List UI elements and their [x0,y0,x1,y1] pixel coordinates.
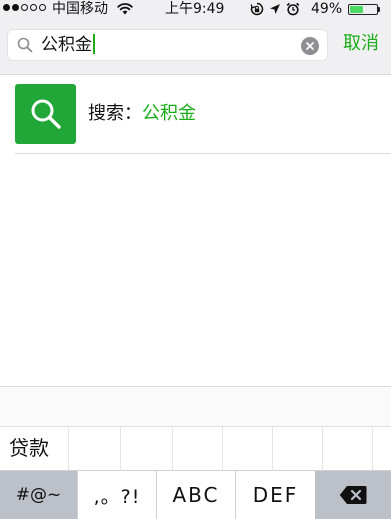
keyboard-key-row: #@~ ,。?! ABC DEF [0,471,391,519]
search-icon [31,99,61,129]
status-bar: 中国移动 上午9:49 49% [0,0,391,18]
symbols-key[interactable]: #@~ [0,471,77,519]
suggestion-text: 搜索：公积金 [88,101,196,127]
candidate-word[interactable]: 贷款 [9,434,49,462]
signal-dot [39,4,46,11]
signal-strength-indicator [3,4,46,11]
signal-dot [21,4,28,11]
carrier-name: 中国移动 [52,1,108,17]
location-arrow-icon [270,4,280,14]
battery-icon [348,4,378,15]
battery-cap [378,7,380,12]
def-key-label: DEF [252,483,299,507]
candidate-slot [222,427,272,471]
battery-percent: 49% [311,1,343,17]
symbols-key-label: #@~ [15,485,62,505]
punctuation-key-label: ,。?! [93,485,141,508]
wechat-search-screen: 中国移动 上午9:49 49% 公积金 取消 搜索：公积金 贷款 #@~ ,。?… [0,0,391,519]
row-divider [15,153,391,154]
candidate-slot [68,427,120,471]
battery-level-fill [350,6,363,13]
backspace-icon [339,486,367,504]
candidate-slot [272,427,322,471]
search-input-text: 公积金 [41,35,92,55]
search-suggestion-row[interactable]: 搜索：公积金 [0,75,391,154]
def-key[interactable]: DEF [235,471,315,519]
candidate-slot [172,427,222,471]
clear-search-button[interactable] [301,37,319,55]
wifi-icon [117,3,133,15]
abc-key[interactable]: ABC [156,471,235,519]
magnifier-icon [17,37,33,53]
keyboard-toolbar [0,387,391,426]
candidate-slot [372,427,391,471]
candidate-slot [322,427,372,471]
search-icon-tile [15,84,76,144]
alarm-icon [286,2,300,16]
status-time: 上午9:49 [165,1,225,17]
search-input[interactable]: 公积金 [41,32,95,58]
suggestion-prefix: 搜索： [88,103,142,124]
candidate-slot [120,427,172,471]
search-header: 公积金 取消 [0,18,391,75]
signal-dot [3,4,10,11]
text-cursor [93,34,95,54]
suggestion-keyword: 公积金 [142,103,196,124]
signal-dot [30,4,37,11]
rotation-lock-icon [250,2,264,16]
cancel-button[interactable]: 取消 [343,31,379,57]
status-icons [250,2,300,16]
search-box[interactable]: 公积金 [7,29,328,61]
signal-dot [12,4,19,11]
punctuation-key[interactable]: ,。?! [77,471,156,519]
clear-circle-icon [306,42,314,50]
backspace-key[interactable] [315,471,391,519]
candidate-bar: 贷款 [0,426,391,471]
abc-key-label: ABC [172,483,220,507]
